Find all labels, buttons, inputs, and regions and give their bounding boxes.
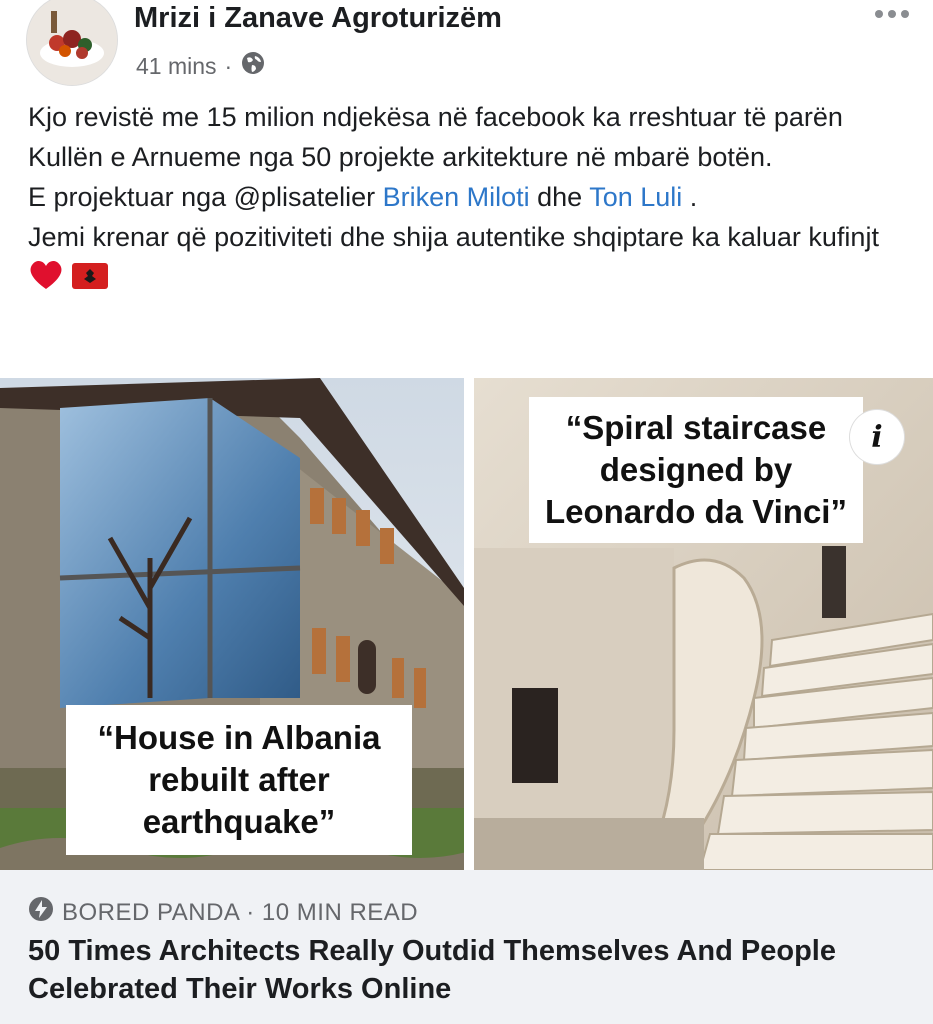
house-image[interactable]: “House in Albania rebuilt after earthqua… (0, 378, 464, 870)
albania-flag-emoji (71, 260, 108, 300)
post-text: Kjo revistë me 15 milion ndjekësa në fac… (28, 97, 918, 302)
house-caption: “House in Albania rebuilt after earthqua… (66, 705, 412, 855)
staircase-image[interactable]: “Spiral staircase designed by Leonardo d… (474, 378, 933, 870)
heart-emoji (28, 257, 64, 302)
globe-icon (240, 50, 266, 82)
info-icon[interactable]: i (850, 410, 904, 464)
staircase-caption: “Spiral staircase designed by Leonardo d… (529, 397, 863, 543)
post-text-line2: E projektuar nga @plisatelier Briken Mil… (28, 177, 918, 217)
post-text-line1: Kjo revistë me 15 milion ndjekësa në fac… (28, 102, 843, 172)
text-segment: E projektuar nga @plisatelier (28, 182, 383, 212)
dot (888, 10, 896, 18)
dot (875, 10, 883, 18)
post-meta: 41 mins · (136, 50, 266, 82)
text-segment: dhe (529, 182, 590, 212)
mention-briken-miloti[interactable]: Briken Miloti (383, 182, 530, 212)
page-avatar[interactable] (26, 0, 118, 86)
more-options-icon[interactable] (871, 6, 913, 22)
post-time[interactable]: 41 mins (136, 53, 217, 80)
lightning-icon (28, 896, 54, 929)
post-text-line3: Jemi krenar që pozitiviteti dhe shija au… (28, 217, 918, 302)
link-preview-card[interactable]: BORED PANDA · 10 MIN READ 50 Times Archi… (0, 870, 933, 1024)
link-source-text: BORED PANDA · 10 MIN READ (62, 898, 419, 926)
page-name[interactable]: Mrizi i Zanave Agroturizëm (134, 2, 502, 35)
link-source: BORED PANDA · 10 MIN READ (28, 896, 418, 929)
text-segment: . (682, 182, 698, 212)
text-segment: Jemi krenar që pozitiviteti dhe shija au… (28, 222, 879, 252)
mention-ton-luli[interactable]: Ton Luli (589, 182, 682, 212)
link-title[interactable]: 50 Times Architects Really Outdid Themse… (28, 932, 908, 1008)
dot (901, 10, 909, 18)
post-images[interactable]: “House in Albania rebuilt after earthqua… (0, 378, 933, 870)
meta-separator: · (224, 52, 233, 79)
post-header: Mrizi i Zanave Agroturizëm 41 mins · (0, 0, 933, 95)
